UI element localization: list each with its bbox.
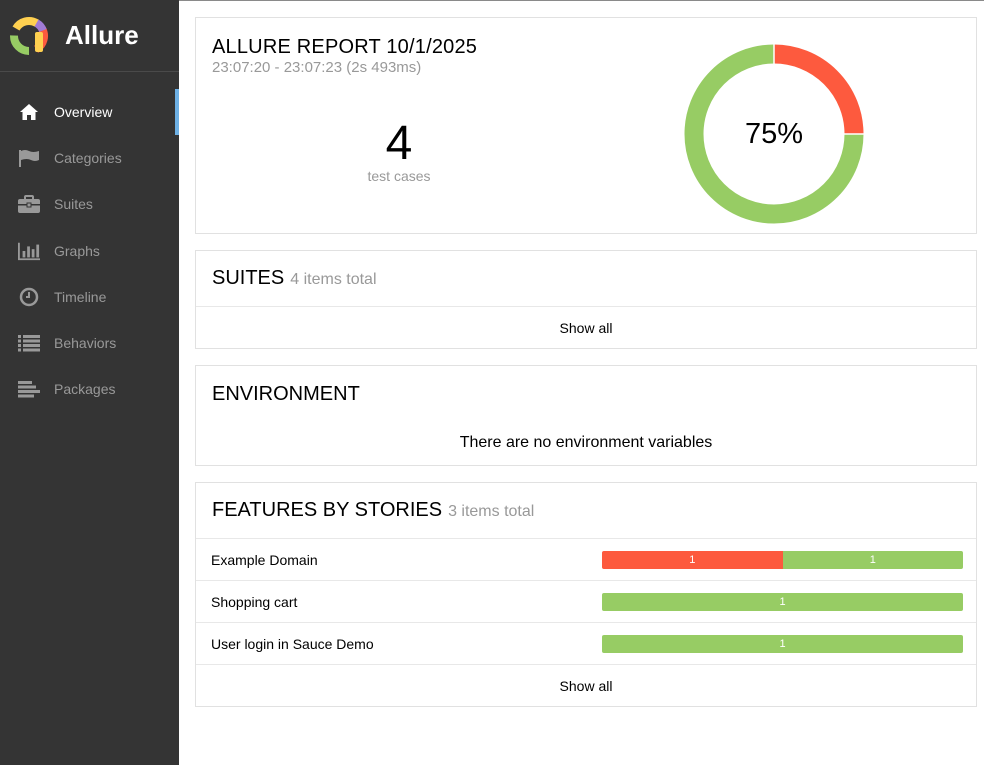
sidebar-item-overview[interactable]: Overview: [0, 89, 179, 136]
briefcase-icon: [18, 194, 40, 214]
features-header: FEATURES BY STORIES 3 items total: [196, 483, 976, 539]
feature-row[interactable]: Shopping cart 1: [196, 581, 976, 623]
sidebar-item-timeline[interactable]: Timeline: [0, 274, 179, 320]
suites-widget: SUITES 4 items total Show all: [195, 250, 977, 349]
sidebar-item-behaviors[interactable]: Behaviors: [0, 320, 179, 366]
sidebar-item-label: Suites: [54, 196, 93, 213]
environment-empty-message: There are no environment variables: [459, 434, 713, 451]
environment-title: ENVIRONMENT: [212, 382, 360, 405]
allure-logo-icon: [10, 16, 48, 55]
report-title: ALLURE REPORT 10/1/2025: [212, 36, 478, 58]
features-title: FEATURES BY STORIES: [212, 499, 443, 521]
home-icon: [18, 102, 40, 122]
list-icon: [18, 333, 40, 353]
features-show-all-link[interactable]: Show all: [196, 665, 976, 706]
clock-icon: [18, 287, 40, 307]
feature-name: User login in Sauce Demo: [211, 635, 374, 652]
feature-row[interactable]: User login in Sauce Demo 1: [196, 623, 976, 665]
suites-show-all-link[interactable]: Show all: [196, 307, 976, 348]
passed-percentage: 75%: [744, 117, 804, 150]
sidebar-item-label: Packages: [54, 381, 116, 398]
features-count: 3 items total: [448, 503, 535, 520]
environment-header: ENVIRONMENT: [196, 366, 976, 422]
features-widget: FEATURES BY STORIES 3 items total Exampl…: [195, 482, 977, 707]
suites-count: 4 items total: [290, 271, 377, 288]
brand[interactable]: Allure: [0, 0, 179, 72]
sidebar-item-packages[interactable]: Packages: [0, 366, 179, 412]
sidebar-item-categories[interactable]: Categories: [0, 135, 179, 181]
app-name: Allure: [65, 20, 139, 50]
top-divider: [179, 0, 984, 1]
status-segment-failed: 1: [602, 551, 783, 569]
summary-widget: ALLURE REPORT 10/1/2025 23:07:20 - 23:07…: [195, 17, 977, 234]
feature-name: Example Domain: [211, 551, 318, 568]
status-segment-passed: 1: [782, 551, 963, 569]
report-time-range: 23:07:20 - 23:07:23 (2s 493ms): [212, 59, 422, 76]
sidebar-item-label: Graphs: [54, 242, 100, 259]
feature-name: Shopping cart: [211, 593, 298, 610]
align-left-icon: [18, 379, 40, 399]
suites-title: SUITES: [212, 267, 285, 289]
test-case-count: 4: [385, 117, 413, 170]
flag-icon: [18, 148, 40, 168]
status-segment-passed: 1: [602, 635, 963, 653]
bar-chart-icon: [18, 241, 40, 261]
test-case-count-label: test cases: [367, 168, 431, 184]
suites-header: SUITES 4 items total: [196, 251, 976, 307]
feature-status-bar: 1: [602, 635, 963, 653]
sidebar-item-label: Categories: [54, 150, 122, 167]
sidebar: Allure Overview Categories Suites Graphs: [0, 0, 179, 765]
sidebar-item-label: Overview: [54, 104, 113, 121]
sidebar-item-label: Behaviors: [54, 335, 117, 352]
feature-row[interactable]: Example Domain 1 1: [196, 539, 976, 581]
status-segment-passed: 1: [602, 593, 963, 611]
sidebar-nav: Overview Categories Suites Graphs Timeli…: [0, 89, 179, 412]
sidebar-item-label: Timeline: [54, 288, 107, 305]
environment-widget: ENVIRONMENT There are no environment var…: [195, 365, 977, 466]
sidebar-item-graphs[interactable]: Graphs: [0, 228, 179, 274]
sidebar-item-suites[interactable]: Suites: [0, 181, 179, 227]
feature-status-bar: 1 1: [602, 551, 963, 569]
feature-status-bar: 1: [602, 593, 963, 611]
